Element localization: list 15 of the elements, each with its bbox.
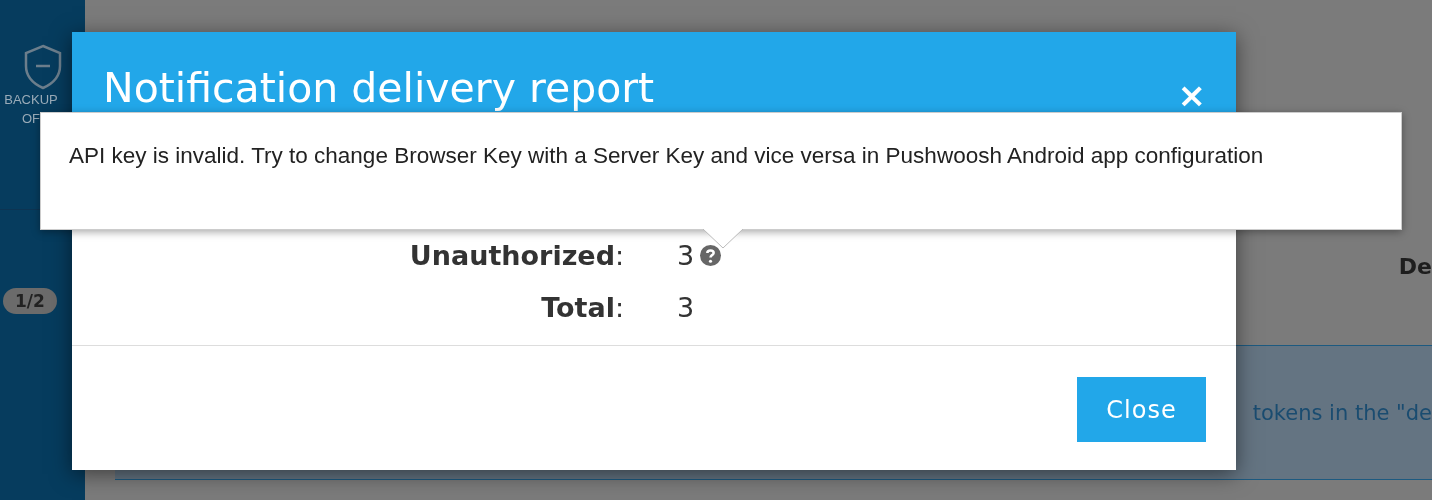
stat-value: 3 [677,239,695,271]
modal-title: Notification delivery report [103,64,655,112]
close-button[interactable]: Close [1077,377,1206,442]
tooltip-text: API key is invalid. Try to change Browser Key with a Server Key and vice versa in Pushwoosh Android app configuration [69,142,1265,170]
stat-label: Unauthorized [408,239,615,271]
column-heading: De [1398,254,1432,279]
alert-text: tokens in the "de [1252,400,1432,425]
help-icon[interactable] [700,244,722,266]
colon: : [615,239,626,271]
stat-label: Total [540,291,615,323]
backup-status-label: BACKUP OF [3,91,59,128]
page-counter: 1/2 [3,288,57,314]
shield-icon[interactable] [22,44,63,90]
stat-value: 3 [677,291,695,323]
colon: : [615,291,626,323]
